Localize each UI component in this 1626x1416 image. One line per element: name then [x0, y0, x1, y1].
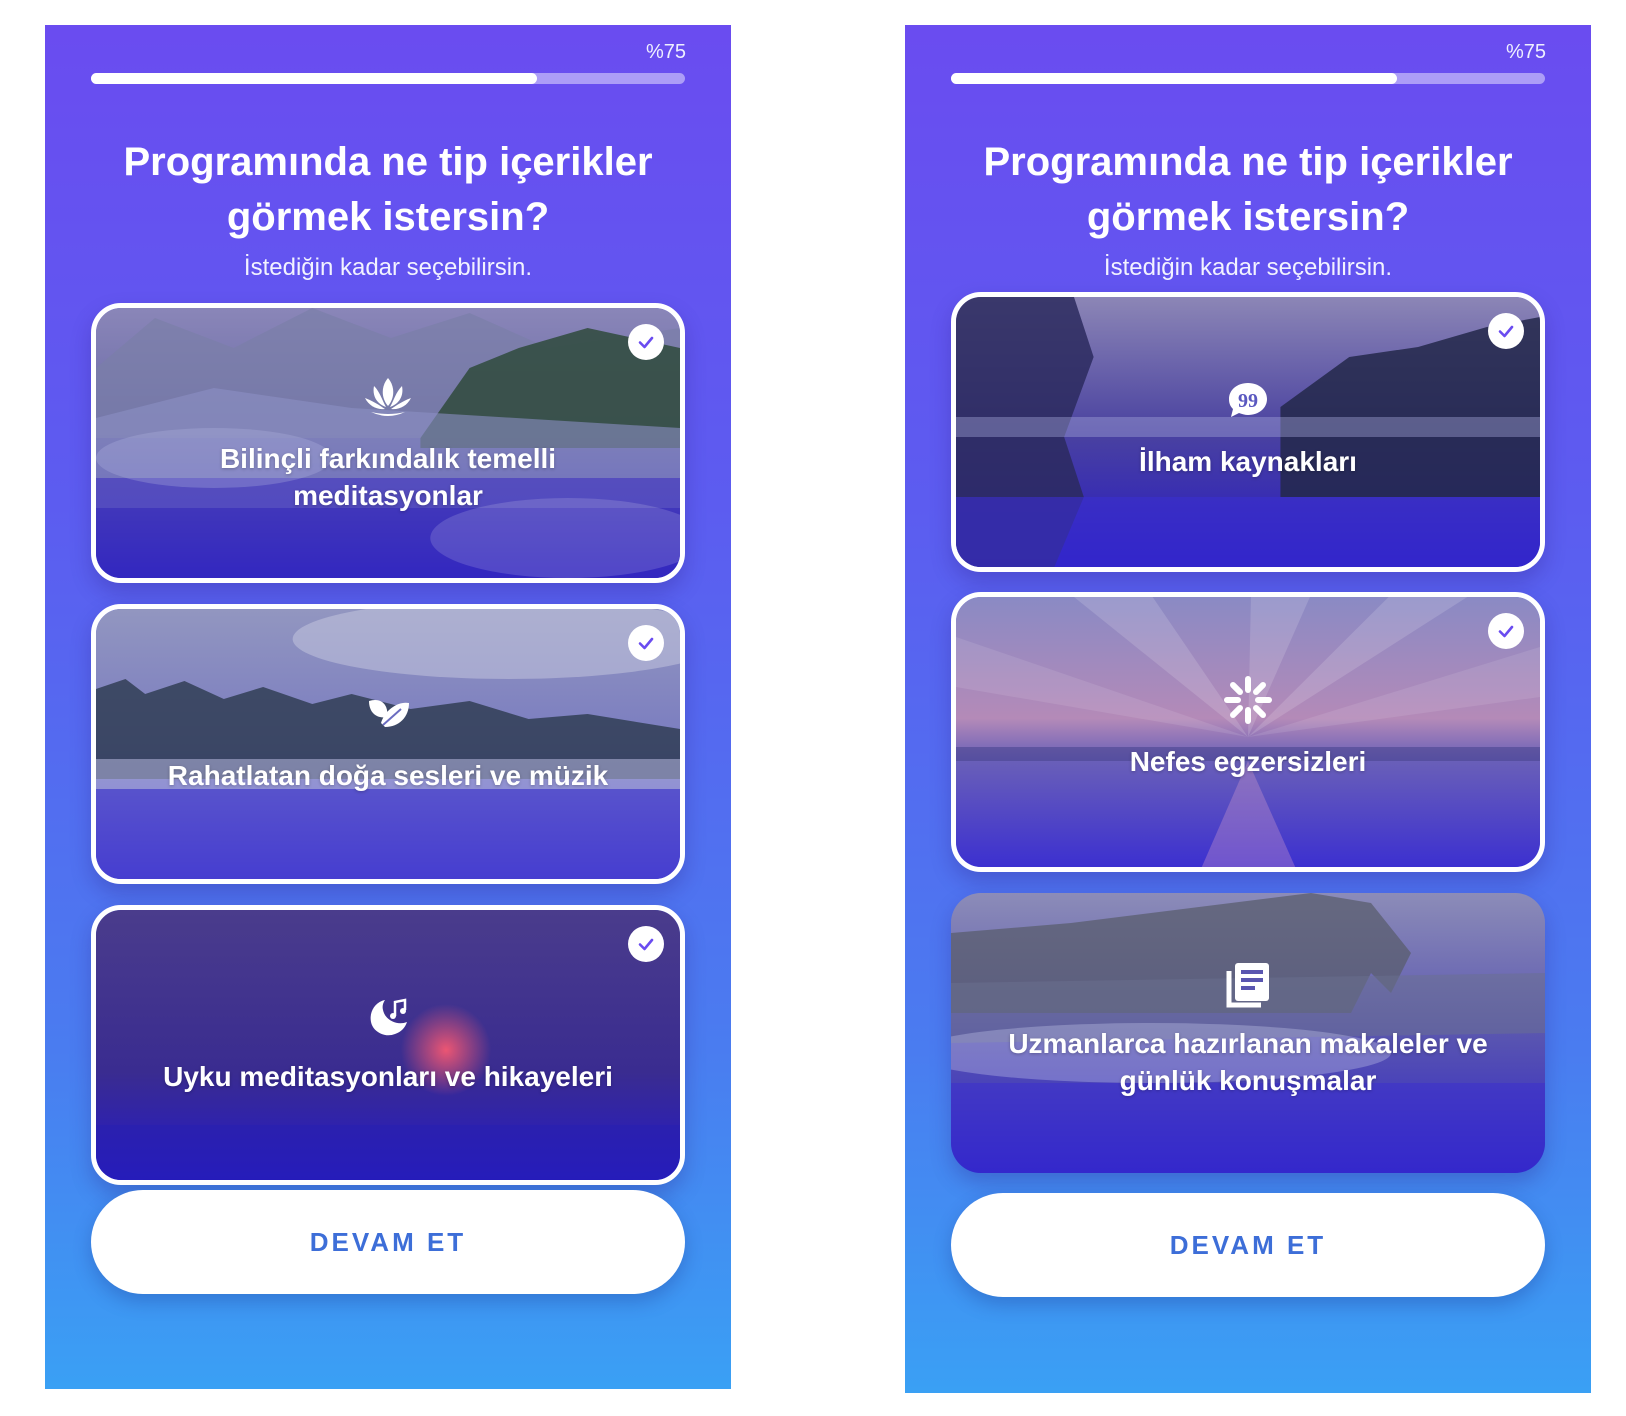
option-label: Uyku meditasyonları ve hikayeleri [163, 1061, 613, 1092]
option-label: Bilinçli farkındalık temelli meditasyonl… [219, 443, 557, 511]
selected-check-icon [1488, 613, 1524, 649]
continue-button[interactable]: DEVAM ET [91, 1190, 685, 1294]
quote-bubble-icon: 99 [956, 373, 1540, 432]
lotus-icon [96, 370, 680, 429]
option-card-sleep[interactable]: Uyku meditasyonları ve hikayeleri [91, 905, 685, 1185]
progress-bar [951, 73, 1545, 84]
progress-fill [951, 73, 1397, 84]
svg-text:99: 99 [1238, 390, 1258, 412]
page-title: Programında ne tip içerikler görmek iste… [123, 140, 653, 239]
progress-percent: %75 [645, 41, 686, 63]
option-label: Uzmanlarca hazırlanan makaleler ve günlü… [1008, 1028, 1488, 1096]
page-subtitle: İstediğin kadar seçebilirsin. [243, 254, 533, 281]
option-card-breathing[interactable]: Nefes egzersizleri [951, 592, 1545, 872]
selected-check-icon [1488, 313, 1524, 349]
leaves-icon [96, 687, 680, 746]
page-title: Programında ne tip içerikler görmek iste… [983, 140, 1513, 239]
articles-icon [951, 957, 1545, 1016]
selected-check-icon [628, 926, 664, 962]
progress-bar [91, 73, 685, 84]
selected-check-icon [628, 625, 664, 661]
card-background-image [956, 297, 1540, 567]
option-card-mindfulness[interactable]: Bilinçli farkındalık temelli meditasyonl… [91, 303, 685, 583]
continue-button[interactable]: DEVAM ET [951, 1193, 1545, 1297]
moon-music-icon [96, 990, 680, 1049]
page-subtitle: İstediğin kadar seçebilirsin. [1103, 254, 1393, 281]
option-card-nature-sounds[interactable]: Rahatlatan doğa sesleri ve müzik [91, 604, 685, 884]
progress-percent: %75 [1505, 41, 1546, 63]
progress-fill [91, 73, 537, 84]
card-background-image [956, 597, 1540, 867]
onboarding-screen-left: %75 Programında ne tip içerikler görmek … [45, 25, 731, 1389]
option-card-articles[interactable]: Uzmanlarca hazırlanan makaleler ve günlü… [951, 893, 1545, 1173]
breath-burst-icon [956, 673, 1540, 732]
option-label: Rahatlatan doğa sesleri ve müzik [167, 760, 609, 791]
selected-check-icon [628, 324, 664, 360]
option-label: Nefes egzersizleri [1129, 746, 1367, 777]
option-card-inspiration[interactable]: 99 İlham kaynakları [951, 292, 1545, 572]
onboarding-screen-right: %75 Programında ne tip içerikler görmek … [905, 25, 1591, 1393]
option-label: İlham kaynakları [1139, 446, 1357, 477]
